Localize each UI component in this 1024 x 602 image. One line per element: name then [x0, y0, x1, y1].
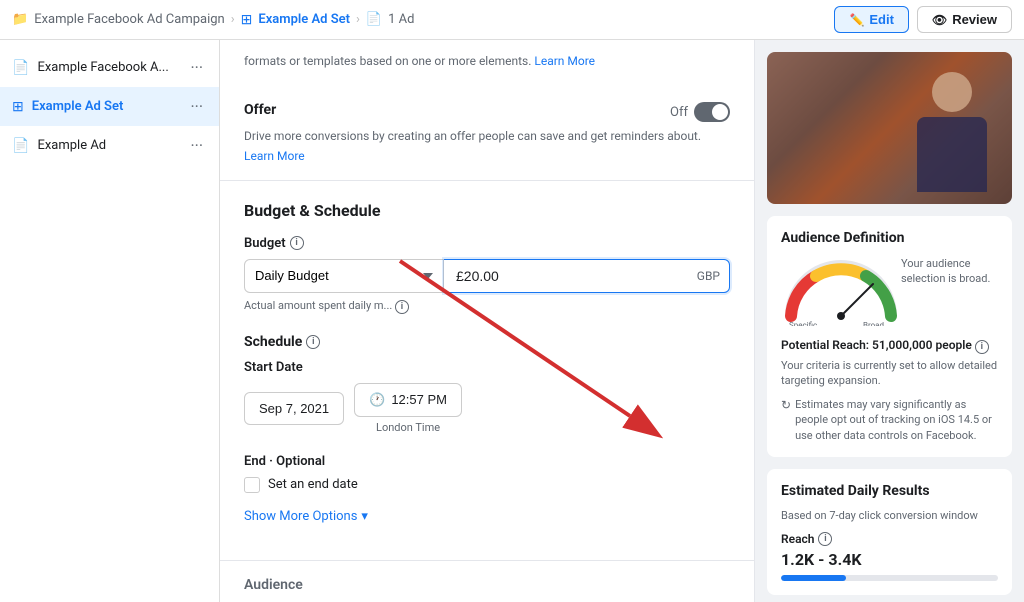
- eye-icon: 👁: [932, 13, 947, 27]
- end-label: End · Optional: [244, 454, 730, 469]
- campaign-icon: 📄: [12, 60, 29, 76]
- daily-results-title: Estimated Daily Results: [781, 483, 998, 499]
- show-more-options[interactable]: Show More Options ▾: [244, 509, 730, 540]
- start-date-label: Start Date: [244, 360, 730, 375]
- more-options-adset[interactable]: ···: [186, 95, 207, 118]
- currency-label: GBP: [697, 269, 720, 283]
- budget-hint: Actual amount spent daily m... i: [244, 299, 730, 314]
- audience-section-label: Audience: [220, 560, 754, 601]
- audience-gauge: Specific Broad: [781, 256, 901, 326]
- breadcrumb-sep-2: ›: [356, 12, 360, 27]
- campaign-breadcrumb[interactable]: Example Facebook Ad Campaign: [34, 12, 225, 27]
- adset-breadcrumb[interactable]: Example Ad Set: [258, 12, 350, 27]
- video-thumbnail: [767, 52, 1012, 204]
- offer-description: Drive more conversions by creating an of…: [244, 128, 730, 145]
- svg-text:Specific: Specific: [789, 321, 817, 326]
- daily-results-panel: Estimated Daily Results Based on 7-day c…: [767, 469, 1012, 595]
- offer-toggle-label: Off: [670, 105, 688, 120]
- more-options-ad[interactable]: ···: [186, 134, 207, 157]
- potential-reach: Potential Reach: 51,000,000 people i: [781, 338, 998, 354]
- reach-bar-fill: [781, 575, 846, 581]
- main-panel: formats or templates based on one or mor…: [220, 40, 754, 602]
- right-panel: Audience Definition: [754, 40, 1024, 602]
- budget-schedule-section: Budget & Schedule Budget i Daily Budget …: [220, 181, 754, 560]
- campaign-folder-icon: 📁: [12, 12, 28, 27]
- daily-reach-info-icon[interactable]: i: [818, 532, 832, 546]
- sidebar: 📄 Example Facebook A... ··· ⊞ Example Ad…: [0, 40, 220, 602]
- reach-value: 1.2K - 3.4K: [781, 550, 998, 569]
- sidebar-label-ad: Example Ad: [37, 138, 106, 153]
- sidebar-item-facebook-campaign[interactable]: 📄 Example Facebook A... ···: [0, 48, 219, 87]
- start-time-button[interactable]: 🕐 12:57 PM: [354, 383, 462, 417]
- offer-toggle[interactable]: [694, 102, 730, 122]
- main-layout: 📄 Example Facebook A... ··· ⊞ Example Ad…: [0, 40, 1024, 602]
- edit-button[interactable]: ✏️ Edit: [834, 6, 909, 33]
- offer-learn-more-link[interactable]: Learn More: [244, 149, 305, 163]
- budget-hint-info-icon[interactable]: i: [395, 300, 409, 314]
- sidebar-label-campaign: Example Facebook A...: [37, 60, 168, 75]
- adset-icon: ⊞: [12, 99, 24, 115]
- svg-text:Broad: Broad: [863, 321, 884, 326]
- reach-info-icon[interactable]: i: [975, 340, 989, 354]
- action-buttons: ✏️ Edit 👁 Review: [834, 6, 1012, 33]
- clock-icon: 🕐: [369, 392, 385, 408]
- sidebar-item-adset[interactable]: ⊞ Example Ad Set ···: [0, 87, 219, 126]
- budget-input-row: Daily Budget Lifetime Budget GBP: [244, 259, 730, 293]
- offer-title: Offer: [244, 102, 276, 118]
- date-row: Sep 7, 2021 🕐 12:57 PM London Time: [244, 383, 730, 434]
- budget-amount-input[interactable]: [444, 259, 730, 293]
- audience-def-title: Audience Definition: [781, 230, 998, 246]
- intro-text: formats or templates based on one or mor…: [244, 54, 531, 68]
- end-section: End · Optional Set an end date: [244, 454, 730, 493]
- ad-doc-icon: 📄: [366, 12, 382, 27]
- budget-type-select[interactable]: Daily Budget Lifetime Budget: [244, 259, 444, 293]
- budget-info-icon[interactable]: i: [290, 236, 304, 250]
- sidebar-item-ad[interactable]: 📄 Example Ad ···: [0, 126, 219, 165]
- budget-schedule-title: Budget & Schedule: [244, 201, 730, 220]
- more-options-campaign[interactable]: ···: [186, 56, 207, 79]
- adset-grid-icon: ⊞: [241, 12, 253, 28]
- chevron-down-icon: ▾: [361, 509, 368, 524]
- end-date-checkbox[interactable]: [244, 477, 260, 493]
- intro-block: formats or templates based on one or mor…: [220, 40, 754, 70]
- estimate-icon: ↻: [781, 397, 791, 414]
- sidebar-label-adset: Example Ad Set: [32, 99, 124, 114]
- offer-toggle-container: Off: [670, 102, 730, 122]
- audience-definition-panel: Audience Definition: [767, 216, 1012, 457]
- reach-bar: [781, 575, 998, 581]
- pencil-icon: ✏️: [849, 13, 864, 27]
- end-date-label: Set an end date: [268, 477, 358, 492]
- intro-learn-more-link[interactable]: Learn More: [534, 54, 595, 68]
- gauge-row: Specific Broad Your audience selection i…: [781, 256, 998, 330]
- schedule-label: Schedule i: [244, 334, 730, 350]
- reach-label: Reach i: [781, 532, 998, 546]
- offer-section: Offer Off Drive more conversions by crea…: [220, 86, 754, 181]
- budget-field-label: Budget i: [244, 236, 730, 251]
- time-wrapper: 🕐 12:57 PM London Time: [354, 383, 462, 434]
- ad-icon: 📄: [12, 138, 29, 154]
- review-button[interactable]: 👁 Review: [917, 6, 1012, 33]
- schedule-info-icon[interactable]: i: [306, 335, 320, 349]
- breadcrumb-sep-1: ›: [231, 12, 235, 27]
- audience-desc: Your audience selection is broad.: [901, 256, 998, 287]
- gauge-container: Specific Broad: [781, 256, 901, 330]
- timezone-label: London Time: [354, 421, 462, 434]
- budget-amount-wrapper: GBP: [444, 259, 730, 293]
- end-date-checkbox-row: Set an end date: [244, 477, 730, 493]
- person-silhouette: [912, 62, 992, 192]
- estimate-note: ↻ Estimates may vary significantly as pe…: [781, 397, 998, 443]
- start-date-button[interactable]: Sep 7, 2021: [244, 392, 344, 425]
- reach-note: Your criteria is currently set to allow …: [781, 358, 998, 389]
- top-navigation: 📁 Example Facebook Ad Campaign › ⊞ Examp…: [0, 0, 1024, 40]
- daily-results-subtitle: Based on 7-day click conversion window: [781, 509, 998, 522]
- ad-breadcrumb: 1 Ad: [388, 12, 414, 27]
